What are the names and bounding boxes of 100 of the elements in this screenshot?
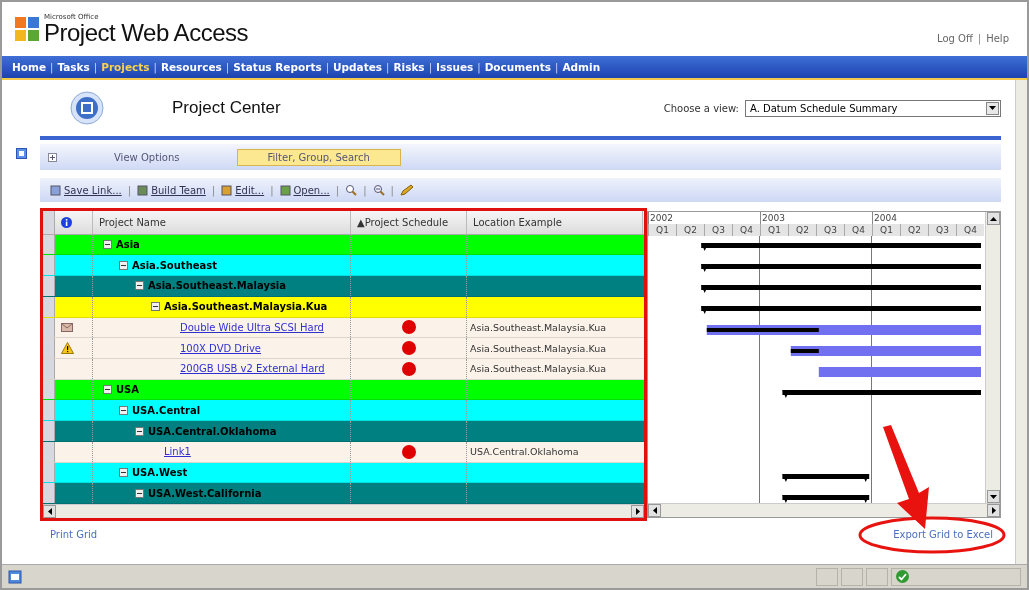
separator: | (555, 61, 559, 73)
page-title: Project Center (172, 98, 282, 118)
group-name: USA.West.California (148, 487, 262, 499)
collapse-icon[interactable] (119, 467, 128, 477)
project-link[interactable]: 100X DVD Drive (180, 342, 262, 354)
quarter-label: Q2 (676, 224, 704, 236)
nav-item[interactable]: Tasks (57, 61, 90, 73)
quarter-label: Q4 (956, 224, 984, 236)
group-name: Asia (116, 239, 140, 251)
toolbar-button[interactable]: Build Team (137, 184, 206, 196)
separator: | (211, 184, 216, 196)
nav-item[interactable]: Resources (160, 61, 222, 73)
separator: | (335, 184, 340, 196)
nav-item[interactable]: Issues (436, 61, 474, 73)
quarter-label: Q4 (844, 224, 872, 236)
quarter-label: Q1 (760, 224, 788, 236)
collapse-icon[interactable] (151, 302, 160, 312)
scroll-arrow-button[interactable] (631, 505, 644, 518)
separator: | (93, 61, 98, 73)
collapse-icon[interactable] (135, 281, 144, 291)
group-row[interactable]: Asia (43, 234, 644, 256)
view-label: Choose a view: (663, 102, 739, 114)
view-select[interactable]: A. Datum Schedule Summary (745, 99, 1001, 117)
left-arrow-icon (652, 507, 657, 514)
group-row[interactable]: USA (43, 379, 644, 401)
pencil-icon[interactable] (399, 184, 414, 196)
group-name: Asia.Southeast.Malaysia (148, 280, 287, 292)
group-row[interactable]: Asia.Southeast (43, 255, 644, 277)
toolbar-button[interactable]: Open... (279, 184, 330, 196)
column-header[interactable]: Location Example (467, 211, 643, 234)
project-center-icon (70, 91, 104, 125)
collapse-icon[interactable] (135, 488, 144, 498)
view-tab[interactable]: Filter, Group, Search (236, 148, 401, 166)
group-name: Asia.Southeast.Malaysia.Kua (164, 301, 328, 313)
collapse-icon[interactable] (119, 405, 128, 415)
collapse-icon[interactable] (103, 385, 112, 395)
project-link[interactable]: Double Wide Ultra SCSI Hard (180, 321, 324, 333)
scroll-arrow-button[interactable] (986, 490, 1000, 503)
print-grid-link[interactable]: Print Grid (50, 528, 98, 540)
dropdown-arrow-icon (989, 106, 996, 110)
zoom-in-icon[interactable] (345, 184, 358, 196)
nav-item[interactable]: Documents (484, 61, 552, 73)
nav-item[interactable]: Admin (562, 61, 601, 73)
scroll-arrow-button[interactable] (43, 505, 56, 518)
separator: | (270, 184, 274, 196)
separator: | (127, 184, 132, 196)
toolbar-icon (221, 184, 233, 196)
nav-item[interactable]: Status Reports (233, 61, 322, 73)
toolbar-icon (50, 184, 61, 196)
scroll-arrow-button[interactable] (986, 212, 1000, 225)
quarter-label: Q2 (788, 224, 816, 236)
quarter-label: Q2 (900, 224, 928, 236)
group-row[interactable]: Asia.Southeast.Malaysia (43, 276, 644, 297)
toolbar-button[interactable]: Save Link... (50, 184, 122, 196)
scroll-arrow-button[interactable] (648, 504, 661, 517)
nav-item[interactable]: Home (12, 61, 47, 73)
collapse-icon[interactable] (103, 240, 112, 250)
scroll-arrow-button[interactable] (987, 504, 1000, 517)
header-link[interactable]: Log Off (937, 32, 973, 44)
header-link[interactable]: Help (986, 32, 1009, 44)
expand-icon[interactable] (48, 152, 57, 162)
project-link[interactable]: 200GB USB v2 External Hard (180, 363, 325, 375)
horizontal-scrollbar[interactable] (43, 504, 644, 518)
row-header[interactable] (43, 441, 55, 462)
nav-item[interactable]: Risks (393, 61, 425, 73)
separator: | (428, 61, 432, 73)
browser-scrollbar[interactable] (1015, 80, 1027, 564)
separator: | (390, 184, 394, 196)
column-header[interactable]: Project Name (93, 211, 351, 234)
group-row[interactable]: USA.Central (43, 400, 644, 422)
separator: | (325, 61, 330, 73)
location-text: USA.Central.Oklahoma (469, 446, 579, 458)
row-header[interactable] (43, 296, 55, 317)
panel-toggle-icon[interactable] (15, 148, 27, 159)
group-name: USA.Central.Oklahoma (148, 425, 277, 437)
group-name: USA.Central (132, 404, 201, 416)
quarter-label: Q3 (816, 224, 844, 236)
group-row[interactable]: USA.West (43, 462, 644, 484)
view-tab[interactable]: View Options (83, 148, 211, 166)
group-row[interactable]: USA.West.California (43, 483, 644, 504)
nav-item[interactable]: Projects (101, 61, 150, 73)
nav-item[interactable]: Updates (333, 61, 383, 73)
vertical-scrollbar[interactable] (985, 212, 1000, 503)
page-icon (8, 569, 22, 584)
group-row[interactable]: Asia.Southeast.Malaysia.Kua (43, 296, 644, 318)
separator: | (153, 61, 157, 73)
horizontal-scrollbar[interactable] (648, 503, 1000, 517)
zoom-out-icon[interactable] (372, 184, 385, 196)
quarter-label: Q3 (704, 224, 732, 236)
group-row[interactable]: USA.Central.Oklahoma (43, 421, 644, 442)
project-link[interactable]: Link1 (164, 446, 191, 458)
quarter-label: Q1 (872, 224, 900, 236)
toolbar-button[interactable]: Edit... (221, 184, 265, 196)
group-name: USA.West (132, 466, 188, 478)
collapse-icon[interactable] (135, 426, 144, 436)
collapse-icon[interactable] (119, 260, 128, 270)
right-arrow-icon (635, 508, 640, 515)
separator: | (225, 61, 230, 73)
column-header[interactable]: ▲Project Schedule (351, 211, 467, 234)
check-icon (896, 570, 909, 583)
